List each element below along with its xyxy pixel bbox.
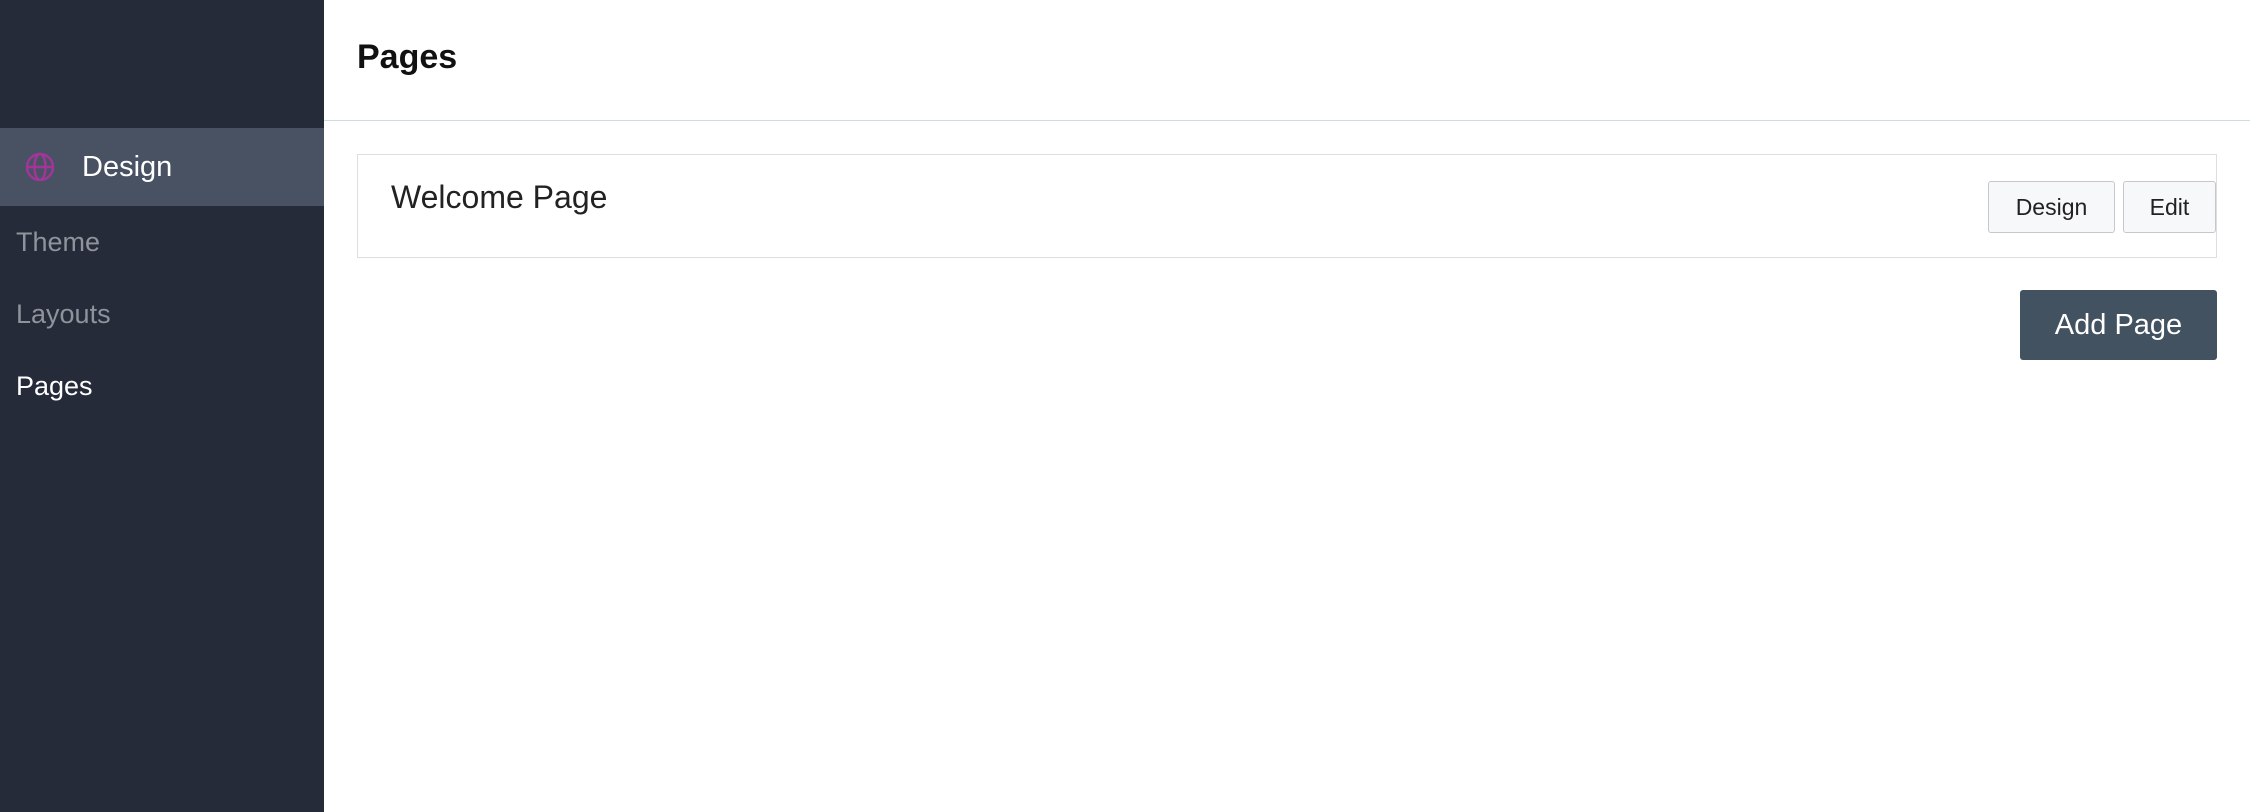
page-header: Pages [324, 0, 2250, 121]
sidebar-section-label: Design [82, 151, 173, 183]
page-title: Pages [357, 38, 458, 76]
design-page-button[interactable]: Design [1988, 181, 2115, 233]
sidebar-item-pages[interactable]: Pages [16, 366, 93, 406]
sidebar-item-layouts[interactable]: Layouts [16, 294, 111, 334]
page-name: Welcome Page [391, 179, 608, 215]
sidebar-item-theme[interactable]: Theme [16, 222, 100, 262]
page-list-item: Welcome Page Design Edit [357, 154, 2217, 258]
edit-page-button[interactable]: Edit [2123, 181, 2216, 233]
main-content: Pages Welcome Page Design Edit Add Page [324, 0, 2250, 812]
add-page-button[interactable]: Add Page [2020, 290, 2217, 360]
app-window: Design Theme Layouts Pages Pages Welcome… [0, 0, 2250, 812]
sidebar: Design Theme Layouts Pages [0, 0, 324, 812]
sidebar-section-design[interactable]: Design [0, 128, 324, 206]
globe-icon [25, 152, 55, 182]
